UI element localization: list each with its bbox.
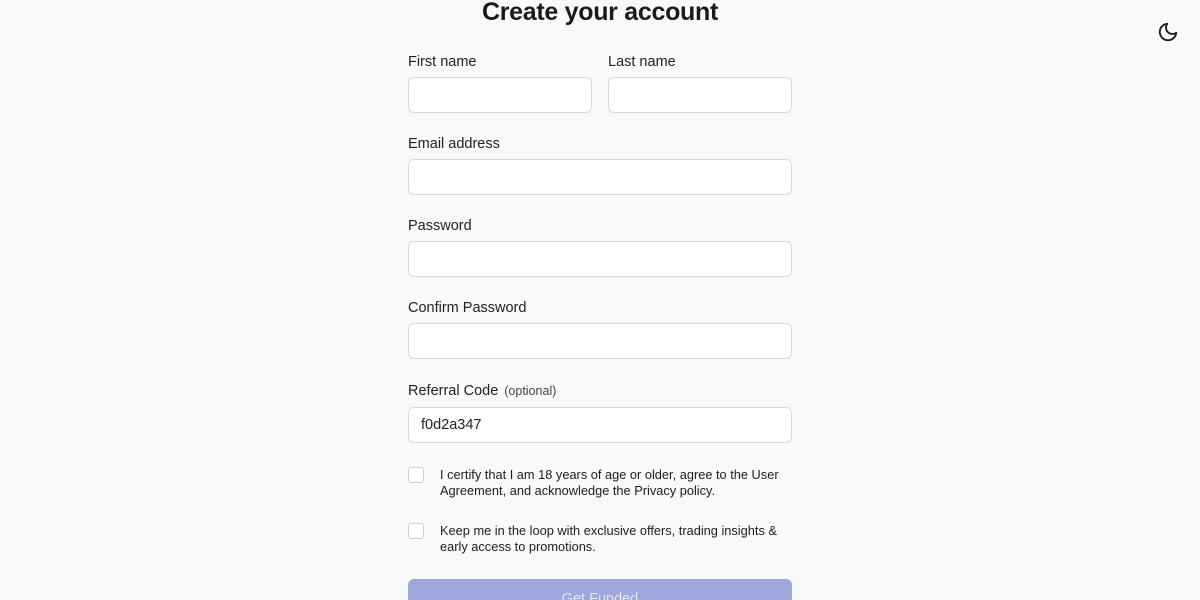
- password-label: Password: [408, 218, 472, 234]
- theme-toggle-button[interactable]: [1156, 20, 1180, 44]
- marketing-checkbox-text: Keep me in the loop with exclusive offer…: [440, 523, 777, 554]
- certify-checkbox-row: I certify that I am 18 years of age or o…: [408, 467, 792, 501]
- email-label: Email address: [408, 136, 500, 152]
- marketing-checkbox-row: Keep me in the loop with exclusive offer…: [408, 523, 792, 557]
- confirm-password-input[interactable]: [408, 323, 792, 359]
- get-funded-button[interactable]: Get Funded: [408, 579, 792, 600]
- signup-page: Create your account First name Last name…: [0, 0, 1200, 600]
- moon-icon: [1158, 22, 1178, 42]
- certify-checkbox[interactable]: [408, 467, 424, 483]
- confirm-password-label: Confirm Password: [408, 300, 527, 316]
- last-name-label: Last name: [608, 54, 676, 70]
- certify-checkbox-text: I certify that I am 18 years of age or o…: [440, 467, 779, 498]
- last-name-input[interactable]: [608, 77, 792, 113]
- referral-code-label-text: Referral Code: [408, 383, 499, 399]
- referral-code-input[interactable]: [408, 407, 792, 443]
- email-input[interactable]: [408, 159, 792, 195]
- page-title: Create your account: [481, 0, 719, 26]
- optional-hint: (optional): [504, 384, 557, 398]
- first-name-input[interactable]: [408, 77, 592, 113]
- referral-code-label: Referral Code (optional): [408, 382, 556, 400]
- password-input[interactable]: [408, 241, 792, 277]
- first-name-label: First name: [408, 54, 477, 70]
- marketing-checkbox[interactable]: [408, 523, 424, 539]
